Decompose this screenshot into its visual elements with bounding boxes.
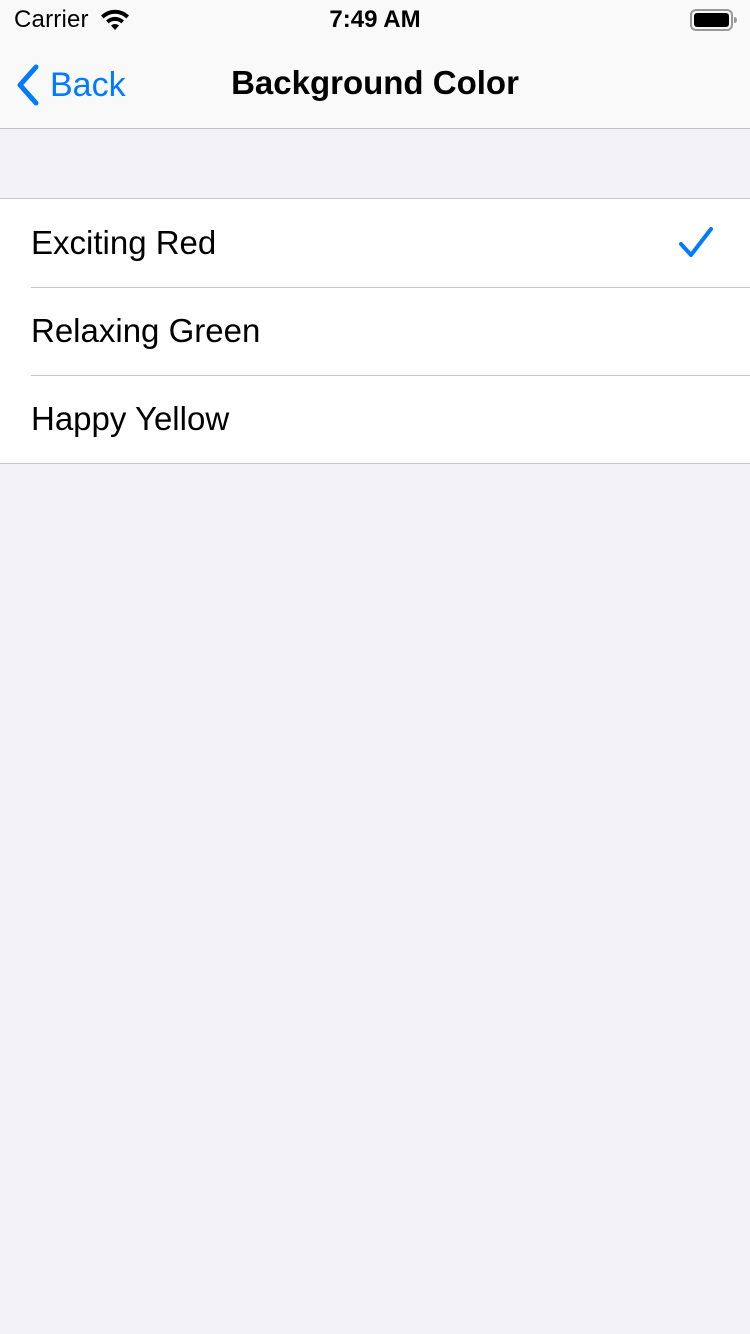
color-options-list: Exciting Red Relaxing Green Happy Yellow: [0, 198, 750, 464]
status-time: 7:49 AM: [329, 6, 421, 33]
option-label: Happy Yellow: [31, 400, 230, 437]
option-label: Exciting Red: [31, 224, 217, 261]
page-title: Background Color: [231, 64, 519, 101]
checkmark-icon: [679, 227, 713, 257]
status-bar: Carrier 7:49 AM: [0, 0, 750, 40]
battery-icon: [690, 9, 737, 31]
option-row-happy-yellow[interactable]: Happy Yellow: [0, 375, 750, 463]
top-bar: Carrier 7:49 AM Back Background Color: [0, 0, 750, 129]
option-label: Relaxing Green: [31, 312, 261, 349]
navigation-bar: Back Background Color: [0, 40, 750, 128]
option-row-relaxing-green[interactable]: Relaxing Green: [0, 287, 750, 375]
option-row-exciting-red[interactable]: Exciting Red: [0, 199, 750, 287]
